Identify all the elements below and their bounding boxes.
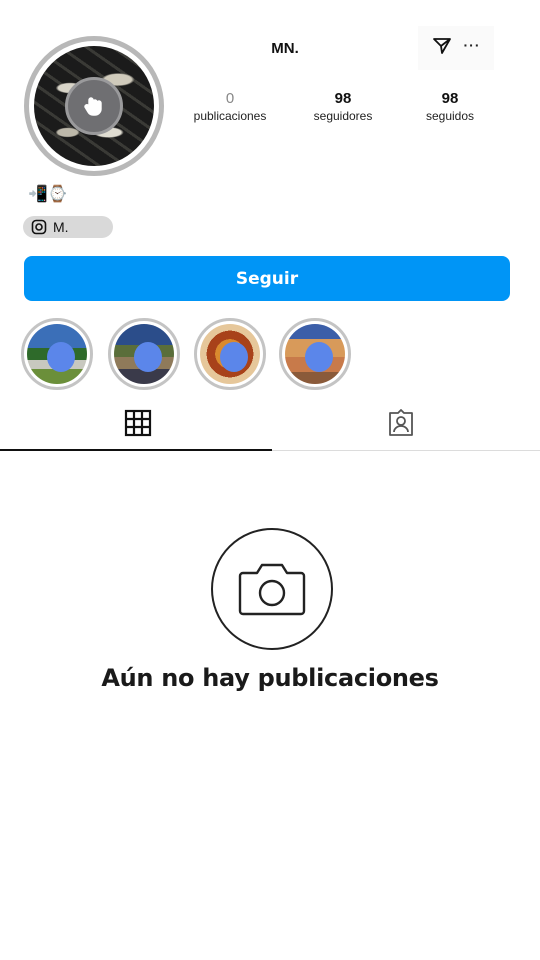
stat-following[interactable]: 98 seguidos (410, 90, 490, 124)
highlight-4[interactable] (279, 318, 351, 390)
camera-icon (238, 563, 306, 616)
highlight-image (285, 324, 345, 384)
highlight-image (114, 324, 174, 384)
profile-username: MN. (271, 40, 299, 57)
highlight-image (200, 324, 260, 384)
followers-count: 98 (334, 90, 352, 107)
tap-icon (65, 77, 123, 135)
empty-state-title: Aún no hay publicaciones (101, 664, 439, 692)
highlight-1[interactable] (21, 318, 93, 390)
following-count: 98 (441, 90, 459, 107)
follow-button[interactable]: Seguir (24, 256, 510, 301)
instagram-icon (31, 219, 47, 235)
tab-tagged[interactable] (386, 408, 416, 438)
tagged-icon (389, 409, 413, 436)
more-options-icon[interactable]: ··· (464, 37, 481, 53)
posts-label: publicaciones (193, 109, 267, 123)
highlight-3[interactable] (194, 318, 266, 390)
tab-active-indicator (0, 449, 272, 451)
chip-label: M. (53, 219, 69, 235)
posts-count: 0 (225, 90, 235, 107)
stat-followers[interactable]: 98 seguidores (298, 90, 388, 124)
profile-link-chip[interactable]: M. (23, 216, 113, 238)
highlight-2[interactable] (108, 318, 180, 390)
grid-icon (124, 409, 152, 437)
empty-state-circle (211, 528, 333, 650)
bio-text: 📲⌚ (28, 186, 68, 203)
profile-avatar[interactable] (24, 36, 164, 176)
stat-posts[interactable]: 0 publicaciones (180, 90, 280, 124)
send-icon[interactable] (432, 36, 452, 61)
tab-posts-grid[interactable] (123, 408, 153, 438)
header-actions: ··· (418, 26, 494, 70)
following-label: seguidos (425, 109, 475, 123)
highlight-image (27, 324, 87, 384)
followers-label: seguidores (313, 109, 373, 123)
